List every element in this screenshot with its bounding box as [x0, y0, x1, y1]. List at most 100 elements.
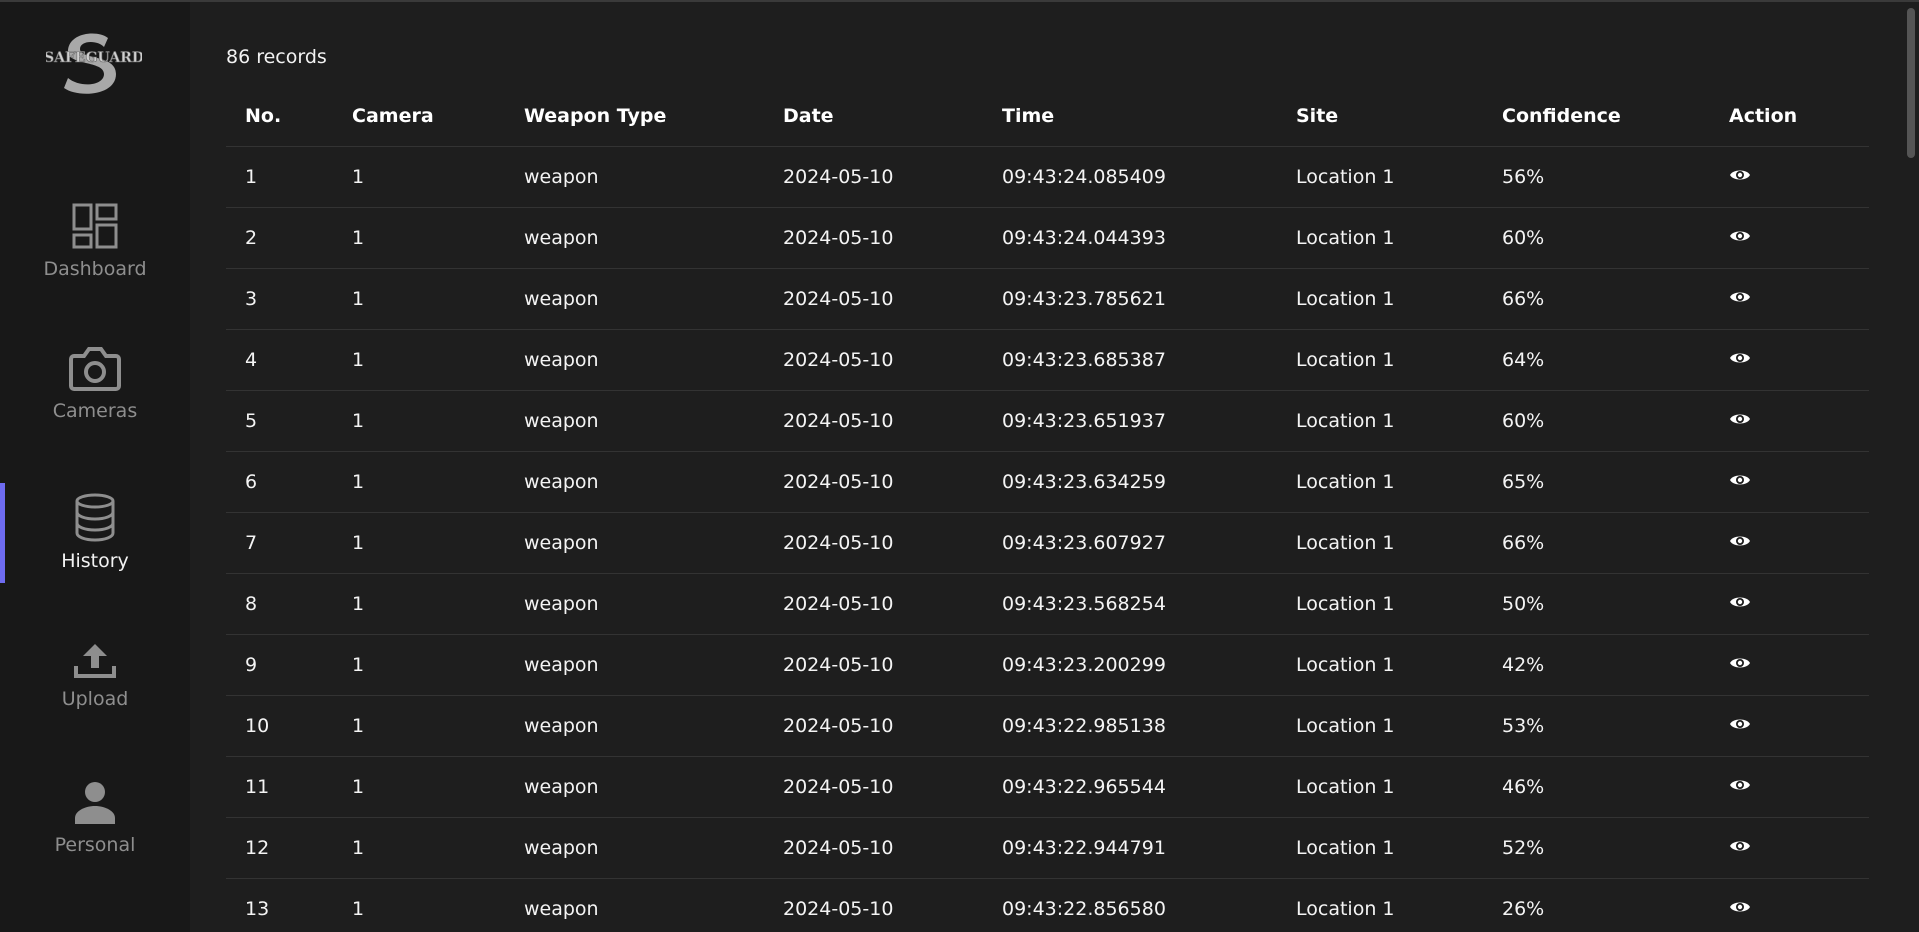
cell-date: 2024-05-10	[764, 817, 983, 879]
database-icon	[75, 493, 115, 542]
column-header-weapon-type: Weapon Type	[505, 86, 764, 147]
eye-icon[interactable]	[1729, 777, 1751, 793]
sidebar-item-history[interactable]: History	[0, 492, 190, 572]
table-body: 1 1 weapon 2024-05-10 09:43:24.085409 Locatio…	[226, 146, 1869, 932]
cell-date: 2024-05-10	[764, 573, 983, 635]
sidebar-item-upload[interactable]: Upload	[0, 640, 190, 710]
eye-icon[interactable]	[1729, 533, 1751, 549]
cell-confidence: 66%	[1483, 512, 1710, 574]
records-count: 86 records	[226, 46, 327, 68]
table-row: 12 1 weapon 2024-05-10 09:43:22.944791 Locati…	[226, 817, 1869, 879]
eye-icon[interactable]	[1729, 472, 1751, 488]
upload-icon	[74, 644, 116, 678]
cell-site: Location 1	[1277, 573, 1483, 635]
cell-confidence: 42%	[1483, 634, 1710, 696]
cell-action	[1710, 512, 1869, 574]
eye-icon[interactable]	[1729, 289, 1751, 305]
cell-confidence: 60%	[1483, 390, 1710, 452]
cell-confidence: 26%	[1483, 878, 1710, 932]
cell-action	[1710, 573, 1869, 635]
cell-camera: 1	[333, 146, 505, 208]
sidebar-item-label: Cameras	[52, 400, 138, 422]
cell-weapon-type: weapon	[505, 268, 764, 330]
cell-no: 12	[226, 817, 333, 879]
sidebar: SAFEGUARD Dashboard Cameras History Uplo…	[0, 2, 190, 932]
cell-site: Location 1	[1277, 817, 1483, 879]
cell-action	[1710, 695, 1869, 757]
eye-icon[interactable]	[1729, 228, 1751, 244]
cell-date: 2024-05-10	[764, 878, 983, 932]
eye-icon[interactable]	[1729, 838, 1751, 854]
column-header-confidence: Confidence	[1483, 86, 1710, 147]
column-header-date: Date	[764, 86, 983, 147]
cell-date: 2024-05-10	[764, 451, 983, 513]
table-row: 2 1 weapon 2024-05-10 09:43:24.044393 Locatio…	[226, 207, 1869, 269]
cell-weapon-type: weapon	[505, 329, 764, 391]
cell-date: 2024-05-10	[764, 329, 983, 391]
table-row: 1 1 weapon 2024-05-10 09:43:24.085409 Locatio…	[226, 146, 1869, 208]
cell-camera: 1	[333, 207, 505, 269]
cell-weapon-type: weapon	[505, 817, 764, 879]
eye-icon[interactable]	[1729, 594, 1751, 610]
cell-action	[1710, 634, 1869, 696]
cell-site: Location 1	[1277, 268, 1483, 330]
cell-date: 2024-05-10	[764, 756, 983, 818]
cell-camera: 1	[333, 756, 505, 818]
cell-time: 09:43:23.200299	[983, 634, 1277, 696]
cell-site: Location 1	[1277, 451, 1483, 513]
cell-time: 09:43:22.965544	[983, 756, 1277, 818]
cell-action	[1710, 451, 1869, 513]
cell-no: 2	[226, 207, 333, 269]
cell-weapon-type: weapon	[505, 207, 764, 269]
safeguard-logo[interactable]: SAFEGUARD	[46, 32, 142, 96]
scrollbar-thumb[interactable]	[1907, 8, 1915, 158]
history-panel: 86 records No. Camera Weapon Type Date T…	[190, 2, 1919, 932]
table-row: 5 1 weapon 2024-05-10 09:43:23.651937 Locatio…	[226, 390, 1869, 452]
column-header-action: Action	[1710, 86, 1869, 147]
cell-camera: 1	[333, 817, 505, 879]
cell-confidence: 60%	[1483, 207, 1710, 269]
eye-icon[interactable]	[1729, 411, 1751, 427]
column-header-site: Site	[1277, 86, 1483, 147]
cell-date: 2024-05-10	[764, 695, 983, 757]
cell-date: 2024-05-10	[764, 146, 983, 208]
cell-camera: 1	[333, 573, 505, 635]
cell-confidence: 65%	[1483, 451, 1710, 513]
eye-icon[interactable]	[1729, 655, 1751, 671]
cell-time: 09:43:23.634259	[983, 451, 1277, 513]
cell-time: 09:43:23.651937	[983, 390, 1277, 452]
sidebar-item-cameras[interactable]: Cameras	[0, 344, 190, 422]
cell-weapon-type: weapon	[505, 512, 764, 574]
cell-time: 09:43:24.085409	[983, 146, 1277, 208]
eye-icon[interactable]	[1729, 167, 1751, 183]
cell-confidence: 66%	[1483, 268, 1710, 330]
sidebar-item-personal[interactable]: Personal	[0, 780, 190, 856]
table-row: 6 1 weapon 2024-05-10 09:43:23.634259 Locatio…	[226, 451, 1869, 513]
table-header-row: No. Camera Weapon Type Date Time Site Co…	[226, 86, 1869, 147]
column-header-time: Time	[983, 86, 1277, 147]
cell-time: 09:43:23.785621	[983, 268, 1277, 330]
cell-no: 7	[226, 512, 333, 574]
cell-action	[1710, 268, 1869, 330]
table-row: 9 1 weapon 2024-05-10 09:43:23.200299 Locatio…	[226, 634, 1869, 696]
cell-weapon-type: weapon	[505, 390, 764, 452]
cell-weapon-type: weapon	[505, 573, 764, 635]
cell-time: 09:43:23.685387	[983, 329, 1277, 391]
table-row: 8 1 weapon 2024-05-10 09:43:23.568254 Locatio…	[226, 573, 1869, 635]
cell-no: 10	[226, 695, 333, 757]
cell-camera: 1	[333, 878, 505, 932]
cell-action	[1710, 817, 1869, 879]
cell-action	[1710, 390, 1869, 452]
cell-site: Location 1	[1277, 146, 1483, 208]
eye-icon[interactable]	[1729, 350, 1751, 366]
cell-site: Location 1	[1277, 207, 1483, 269]
cell-no: 11	[226, 756, 333, 818]
cell-confidence: 56%	[1483, 146, 1710, 208]
table-row: 11 1 weapon 2024-05-10 09:43:22.965544 Locati…	[226, 756, 1869, 818]
cell-weapon-type: weapon	[505, 451, 764, 513]
eye-icon[interactable]	[1729, 716, 1751, 732]
sidebar-item-dashboard[interactable]: Dashboard	[0, 202, 190, 280]
cell-no: 13	[226, 878, 333, 932]
eye-icon[interactable]	[1729, 899, 1751, 915]
cell-time: 09:43:22.985138	[983, 695, 1277, 757]
